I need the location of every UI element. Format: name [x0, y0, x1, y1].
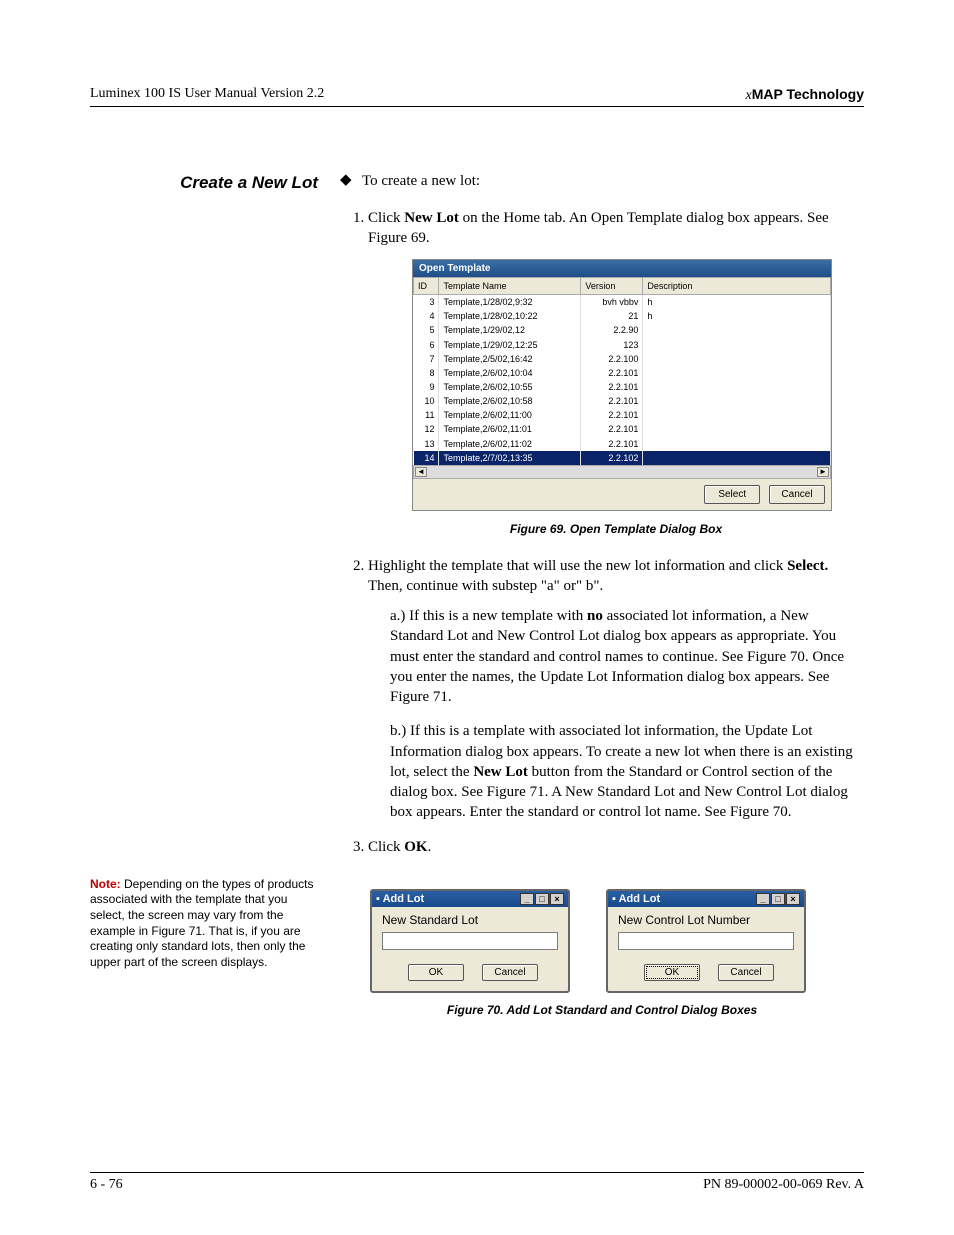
minimize-icon[interactable]: _: [756, 893, 770, 905]
maximize-icon[interactable]: □: [771, 893, 785, 905]
close-icon[interactable]: ×: [550, 893, 564, 905]
table-row[interactable]: 4Template,1/28/02,10:2221h: [414, 309, 831, 323]
cancel-button[interactable]: Cancel: [769, 485, 825, 505]
ok-button[interactable]: OK: [644, 964, 700, 981]
table-row[interactable]: 9Template,2/6/02,10:552.2.101: [414, 380, 831, 394]
dialog-title: ▪ Add Lot: [612, 893, 660, 905]
intro-line: To create a new lot:: [362, 173, 480, 190]
app-icon: ▪: [612, 893, 616, 905]
part-number: PN 89-00002-00-069 Rev. A: [703, 1177, 864, 1193]
header-left: Luminex 100 IS User Manual Version 2.2: [90, 86, 324, 104]
close-icon[interactable]: ×: [786, 893, 800, 905]
col-name[interactable]: Template Name: [439, 278, 581, 295]
new-standard-lot-input[interactable]: [382, 932, 558, 950]
figure-69-caption: Figure 69. Open Template Dialog Box: [368, 521, 864, 537]
table-row[interactable]: 3Template,1/28/02,9:32bvh vbbvh: [414, 295, 831, 310]
page-footer: 6 - 76 PN 89-00002-00-069 Rev. A: [90, 1172, 864, 1193]
table-row[interactable]: 10Template,2/6/02,10:582.2.101: [414, 394, 831, 408]
header-right: xMAP Technology: [746, 86, 865, 104]
substep-b: b.) If this is a template with associate…: [390, 721, 864, 822]
minimize-icon[interactable]: _: [520, 893, 534, 905]
new-control-lot-input[interactable]: [618, 932, 794, 950]
select-button[interactable]: Select: [704, 485, 760, 505]
diamond-bullet-icon: [340, 175, 352, 187]
table-row[interactable]: 14Template,2/7/02,13:352.2.102: [414, 451, 831, 465]
cancel-button[interactable]: Cancel: [718, 964, 774, 981]
note-block: Note: Depending on the types of products…: [90, 877, 330, 971]
figure-70-caption: Figure 70. Add Lot Standard and Control …: [340, 1003, 864, 1017]
col-version[interactable]: Version: [581, 278, 643, 295]
table-row[interactable]: 8Template,2/6/02,10:042.2.101: [414, 366, 831, 380]
table-row[interactable]: 7Template,2/5/02,16:422.2.100: [414, 352, 831, 366]
add-lot-control-dialog: ▪ Add Lot _ □ × New Control Lot Number: [606, 889, 806, 993]
section-heading: Create a New Lot: [90, 173, 330, 193]
maximize-icon[interactable]: □: [535, 893, 549, 905]
dialog-title: Open Template: [413, 260, 831, 278]
table-row[interactable]: 6Template,1/29/02,12:25123: [414, 338, 831, 352]
cancel-button[interactable]: Cancel: [482, 964, 538, 981]
running-header: Luminex 100 IS User Manual Version 2.2 x…: [90, 86, 864, 107]
col-desc[interactable]: Description: [643, 278, 831, 295]
table-row[interactable]: 12Template,2/6/02,11:012.2.101: [414, 422, 831, 436]
template-table: ID Template Name Version Description 3Te…: [413, 277, 831, 465]
horiz-scrollbar[interactable]: ◄ ►: [413, 465, 831, 479]
table-row[interactable]: 11Template,2/6/02,11:002.2.101: [414, 408, 831, 422]
table-row[interactable]: 13Template,2/6/02,11:022.2.101: [414, 437, 831, 451]
new-standard-lot-label: New Standard Lot: [382, 913, 558, 927]
ok-button[interactable]: OK: [408, 964, 464, 981]
step-2: Highlight the template that will use the…: [368, 556, 864, 823]
note-label: Note:: [90, 877, 121, 891]
open-template-dialog: Open Template ID Template Name Version D…: [412, 259, 832, 512]
dialog-title: ▪ Add Lot: [376, 893, 424, 905]
step-1: Click New Lot on the Home tab. An Open T…: [368, 208, 864, 538]
page-number: 6 - 76: [90, 1177, 123, 1193]
step-list: Click New Lot on the Home tab. An Open T…: [340, 208, 864, 857]
add-lot-standard-dialog: ▪ Add Lot _ □ × New Standard Lot: [370, 889, 570, 993]
note-body: Depending on the types of products assoc…: [90, 877, 313, 969]
step-3: Click OK.: [368, 837, 864, 857]
scroll-left-icon[interactable]: ◄: [415, 467, 427, 477]
substep-a: a.) If this is a new template with no as…: [390, 606, 864, 707]
scroll-right-icon[interactable]: ►: [817, 467, 829, 477]
col-id[interactable]: ID: [414, 278, 439, 295]
new-control-lot-label: New Control Lot Number: [618, 913, 794, 927]
app-icon: ▪: [376, 893, 380, 905]
table-row[interactable]: 5Template,1/29/02,122.2.90: [414, 323, 831, 337]
